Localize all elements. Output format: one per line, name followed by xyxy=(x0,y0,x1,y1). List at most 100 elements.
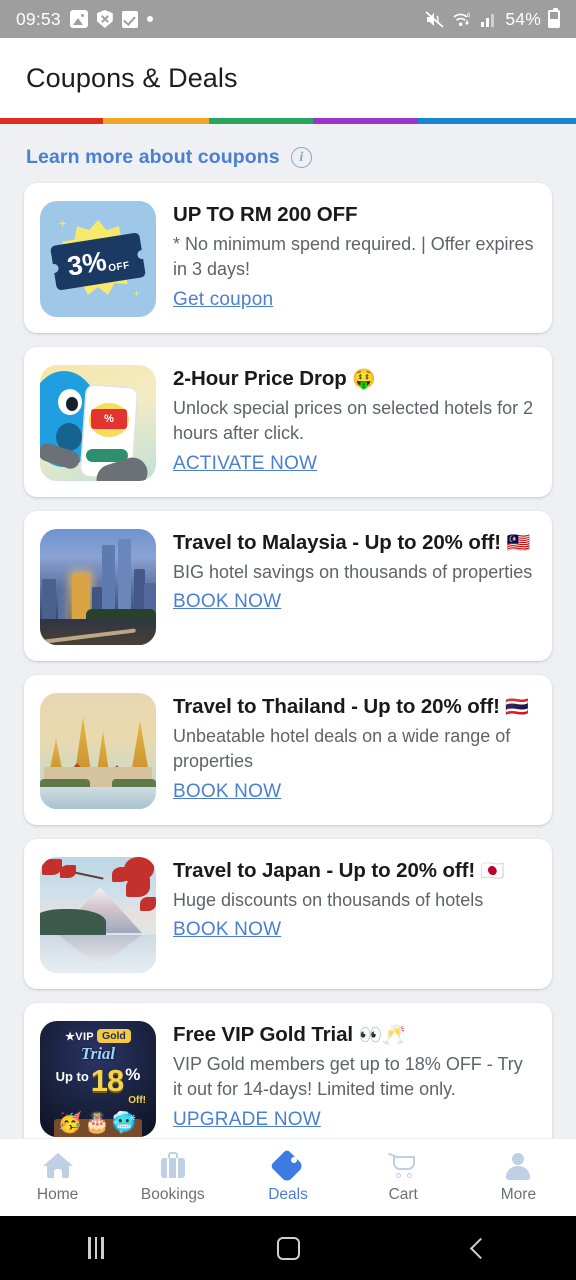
deal-card[interactable]: % 2-Hour Price Drop 🤑 Unlock special pri… xyxy=(24,347,552,497)
thumb-off-label: OFF xyxy=(107,260,131,275)
nav-label: Bookings xyxy=(140,1186,205,1203)
deal-title-emoji: 👀🥂 xyxy=(358,1025,406,1046)
deal-description: Huge discounts on thousands of hotels xyxy=(173,889,484,910)
deal-title-emoji: 🇲🇾 xyxy=(506,533,531,554)
upto-label: Up to xyxy=(55,1069,89,1084)
nav-label: Cart xyxy=(388,1186,418,1203)
battery-icon xyxy=(548,8,560,28)
status-bar-right: 6 54% xyxy=(425,8,560,30)
deal-card-list: 3% OFF UP TO RM 200 OFF * No minimum spen… xyxy=(0,183,576,1138)
home-button[interactable] xyxy=(192,1236,384,1260)
status-bar-left: 09:53 xyxy=(16,9,153,30)
recents-icon xyxy=(88,1237,104,1259)
discount-number: 18 xyxy=(90,1063,124,1098)
kuala-lumpur-skyline-photo xyxy=(40,529,156,645)
deals-scroll-area[interactable]: Learn more about coupons i 3% OFF UP TO R… xyxy=(0,124,576,1138)
deal-title-text: UP TO RM 200 OFF xyxy=(173,203,358,226)
status-bar-clock: 09:53 xyxy=(16,8,61,29)
deal-title: 2-Hour Price Drop 🤑 xyxy=(173,366,536,392)
gold-badge: Gold xyxy=(96,1029,131,1043)
deal-description: VIP Gold members get up to 18% OFF - Try… xyxy=(173,1053,523,1100)
deal-card-text: UP TO RM 200 OFF * No minimum spend requ… xyxy=(173,201,536,317)
nav-item-bookings[interactable]: Bookings xyxy=(115,1151,230,1204)
page-title: Coupons & Deals xyxy=(26,62,238,93)
person-icon xyxy=(503,1151,533,1180)
cellular-signal-icon xyxy=(481,12,498,27)
info-icon[interactable]: i xyxy=(290,147,312,168)
deal-card-text: Travel to Malaysia - Up to 20% off! 🇲🇾 B… xyxy=(173,529,536,645)
nav-item-home[interactable]: Home xyxy=(0,1151,115,1204)
coupon-3-percent-off-image: 3% OFF xyxy=(40,201,156,317)
deal-card[interactable]: ★VIP Gold Trial Up to 18 % Off! 🥳🎂🥶 Free… xyxy=(24,1003,552,1138)
tag-icon xyxy=(270,1149,304,1183)
home-button-icon xyxy=(276,1236,300,1260)
learn-more-row[interactable]: Learn more about coupons i xyxy=(0,124,576,183)
home-icon xyxy=(42,1151,73,1180)
deal-cta-button[interactable]: UPGRADE NOW xyxy=(173,1109,321,1131)
vip-label: ★VIP xyxy=(65,1030,94,1043)
price-drop-phone-illustration: % xyxy=(40,365,156,481)
percent-symbol: % xyxy=(125,1065,141,1084)
nav-label: More xyxy=(500,1186,537,1203)
deal-card-text: Travel to Thailand - Up to 20% off! 🇹🇭 U… xyxy=(173,693,536,809)
back-button-icon xyxy=(469,1237,491,1259)
dot-icon xyxy=(146,16,153,22)
deal-description: BIG hotel savings on thousands of proper… xyxy=(173,561,533,582)
mute-icon xyxy=(425,10,445,28)
deal-card-text: 2-Hour Price Drop 🤑 Unlock special price… xyxy=(173,365,536,481)
recents-button[interactable] xyxy=(0,1237,192,1259)
deal-title: Travel to Japan - Up to 20% off! 🇯🇵 xyxy=(173,858,536,884)
shield-blocked-icon xyxy=(96,10,113,28)
deal-card[interactable]: Travel to Malaysia - Up to 20% off! 🇲🇾 B… xyxy=(24,511,552,661)
deal-title: Travel to Thailand - Up to 20% off! 🇹🇭 xyxy=(173,694,536,720)
back-button[interactable] xyxy=(384,1237,576,1259)
svg-text:6: 6 xyxy=(467,13,471,19)
deal-description: Unbeatable hotel deals on a wide range o… xyxy=(173,725,511,772)
deal-cta-button[interactable]: BOOK NOW xyxy=(173,919,281,941)
nav-item-cart[interactable]: Cart xyxy=(346,1151,461,1204)
deal-cta-button[interactable]: ACTIVATE NOW xyxy=(173,453,317,475)
bottom-navigation-bar: Home Bookings Deals Cart More xyxy=(0,1138,576,1216)
trial-label: Trial xyxy=(80,1044,116,1063)
nav-label: Deals xyxy=(268,1186,308,1203)
deal-title-emoji: 🇹🇭 xyxy=(505,697,529,718)
deal-card-text: Travel to Japan - Up to 20% off! 🇯🇵 Huge… xyxy=(173,857,536,973)
photo-icon xyxy=(69,10,88,28)
thumb-percent-label: 3% xyxy=(65,245,109,282)
vip-gold-trial-banner: ★VIP Gold Trial Up to 18 % Off! 🥳🎂🥶 xyxy=(40,1021,156,1137)
nav-item-deals[interactable]: Deals xyxy=(230,1149,345,1204)
learn-more-link[interactable]: Learn more about coupons xyxy=(26,146,280,169)
deal-title: UP TO RM 200 OFF xyxy=(173,202,536,228)
deal-card[interactable]: 3% OFF UP TO RM 200 OFF * No minimum spen… xyxy=(24,183,552,333)
nav-label: Home xyxy=(36,1186,79,1203)
deal-title: Travel to Malaysia - Up to 20% off! 🇲🇾 xyxy=(173,530,536,556)
deal-card[interactable]: Travel to Japan - Up to 20% off! 🇯🇵 Huge… xyxy=(24,839,552,989)
status-bar: 09:53 6 54% xyxy=(0,0,576,38)
deal-card[interactable]: Travel to Thailand - Up to 20% off! 🇹🇭 U… xyxy=(24,675,552,825)
shopping-cart-icon xyxy=(388,1151,418,1180)
deal-title: Free VIP Gold Trial 👀🥂 xyxy=(173,1022,536,1048)
deal-cta-button[interactable]: Get coupon xyxy=(173,289,273,311)
battery-percent-label: 54% xyxy=(505,8,541,29)
deal-title-text: Travel to Malaysia - Up to 20% off! xyxy=(173,531,501,554)
nav-item-more[interactable]: More xyxy=(461,1151,576,1204)
off-label: Off! xyxy=(128,1095,146,1106)
deal-title-text: Travel to Japan - Up to 20% off! xyxy=(173,859,476,882)
deal-title-text: 2-Hour Price Drop xyxy=(173,367,347,390)
thailand-grand-palace-photo xyxy=(40,693,156,809)
wifi-6-icon: 6 xyxy=(452,11,474,28)
deal-description: Unlock special prices on selected hotels… xyxy=(173,397,534,444)
suitcase-icon xyxy=(158,1151,188,1180)
deal-title-text: Free VIP Gold Trial xyxy=(173,1023,354,1046)
app-header: Coupons & Deals xyxy=(0,38,576,118)
deal-cta-button[interactable]: BOOK NOW xyxy=(173,781,281,803)
android-navigation-bar xyxy=(0,1216,576,1280)
deal-title-emoji: 🤑 xyxy=(352,369,376,390)
thumb-percent-label: % xyxy=(91,409,127,429)
mount-fuji-photo xyxy=(40,857,156,973)
task-check-icon xyxy=(121,10,138,28)
deal-cta-button[interactable]: BOOK NOW xyxy=(173,591,281,613)
deal-description: * No minimum spend required. | Offer exp… xyxy=(173,233,534,280)
deal-title-text: Travel to Thailand - Up to 20% off! xyxy=(173,695,500,718)
deal-title-emoji: 🇯🇵 xyxy=(480,861,505,882)
